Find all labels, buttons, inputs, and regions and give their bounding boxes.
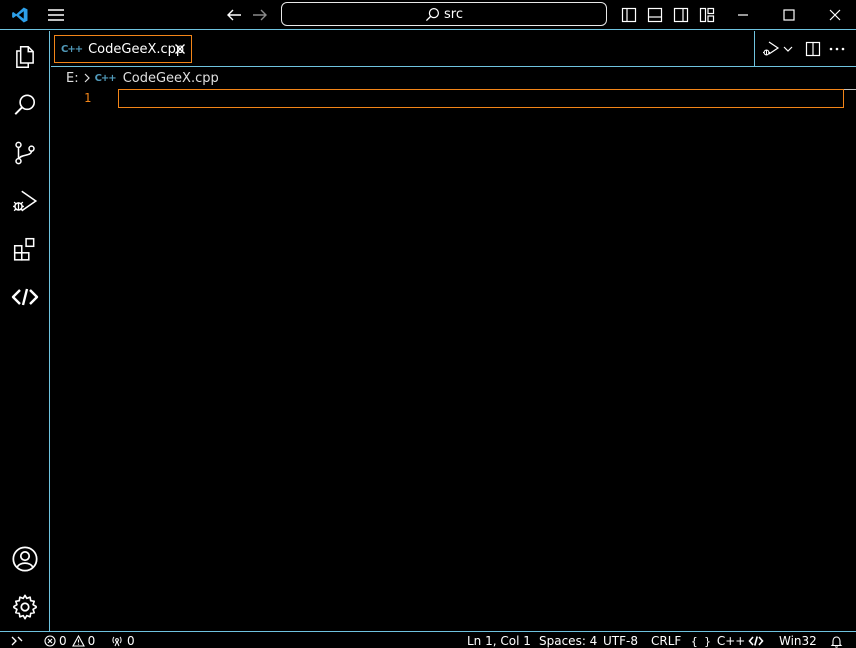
title-bar: src — [0, 0, 856, 30]
settings-gear-icon[interactable] — [0, 583, 50, 631]
tab-codegeex-cpp[interactable]: C++ CodeGeeX.cpp — [54, 35, 192, 63]
close-tab-icon[interactable] — [173, 42, 187, 56]
chevron-down-icon[interactable] — [782, 40, 794, 58]
status-bar: 0 0 0 Ln 1, Col 1 Spaces: 4 UTF-8 CRLF {… — [0, 631, 856, 648]
vscode-logo-icon — [8, 0, 32, 30]
tab-label: CodeGeeX.cpp — [88, 41, 185, 57]
ports-indicator[interactable]: 0 — [110, 633, 135, 648]
search-text: src — [444, 6, 463, 22]
ports-count: 0 — [127, 634, 135, 648]
activity-bar — [0, 31, 50, 631]
current-line-highlight — [118, 89, 844, 108]
remote-indicator-icon[interactable] — [10, 633, 24, 648]
line-number: 1 — [84, 91, 92, 105]
end-of-line[interactable]: CRLF — [651, 633, 681, 648]
encoding[interactable]: UTF-8 — [603, 633, 638, 648]
toggle-secondary-sidebar-icon[interactable] — [672, 0, 690, 30]
account-icon[interactable] — [0, 535, 50, 583]
breadcrumb-file[interactable]: CodeGeeX.cpp — [123, 71, 219, 86]
language-mode[interactable]: { } C++ — [691, 633, 745, 648]
menu-icon[interactable] — [44, 0, 68, 30]
notifications-bell-icon[interactable] — [830, 633, 843, 648]
error-icon — [44, 635, 56, 647]
customize-layout-icon[interactable] — [698, 0, 716, 30]
more-actions-icon[interactable] — [827, 40, 847, 58]
back-arrow-icon[interactable] — [224, 0, 244, 30]
warning-count: 0 — [87, 634, 96, 648]
problems-indicator[interactable]: 0 0 — [44, 633, 95, 648]
codegeex-icon[interactable] — [0, 273, 50, 321]
command-center-search[interactable]: src — [281, 2, 607, 26]
extensions-icon[interactable] — [0, 225, 50, 273]
close-window-icon[interactable] — [826, 0, 844, 30]
vertical-scrollbar[interactable] — [844, 89, 856, 108]
language-label: C++ — [716, 634, 746, 648]
search-icon[interactable] — [0, 81, 50, 129]
cursor-position[interactable]: Ln 1, Col 1 — [467, 633, 531, 648]
toggle-panel-icon[interactable] — [646, 0, 664, 30]
cpp-file-icon: C++ — [94, 72, 117, 84]
breadcrumb-drive[interactable]: E: — [66, 71, 79, 86]
cpp-file-icon: C++ — [61, 43, 83, 55]
platform-indicator[interactable]: Win32 — [779, 633, 817, 648]
forward-arrow-icon[interactable] — [250, 0, 270, 30]
codegeex-status-icon[interactable] — [748, 633, 764, 648]
broadcast-icon — [110, 635, 124, 647]
source-control-icon[interactable] — [0, 129, 50, 177]
code-editor[interactable]: 1 — [51, 89, 856, 631]
run-debug-file-icon[interactable] — [761, 40, 781, 58]
chevron-right-icon — [83, 73, 91, 83]
language-braces: { } — [691, 634, 711, 648]
maximize-icon[interactable] — [780, 0, 798, 30]
editor-actions — [754, 31, 856, 67]
toggle-primary-sidebar-icon[interactable] — [620, 0, 638, 30]
run-debug-icon[interactable] — [0, 177, 50, 225]
split-editor-icon[interactable] — [803, 40, 823, 58]
search-icon — [425, 7, 440, 22]
minimize-icon[interactable] — [734, 0, 752, 30]
error-count: 0 — [59, 634, 67, 648]
warning-icon — [71, 635, 85, 647]
editor-tabs: C++ CodeGeeX.cpp — [51, 31, 856, 67]
breadcrumb: E: C++ CodeGeeX.cpp — [51, 68, 219, 88]
indentation[interactable]: Spaces: 4 — [539, 633, 597, 648]
explorer-icon[interactable] — [0, 33, 50, 81]
